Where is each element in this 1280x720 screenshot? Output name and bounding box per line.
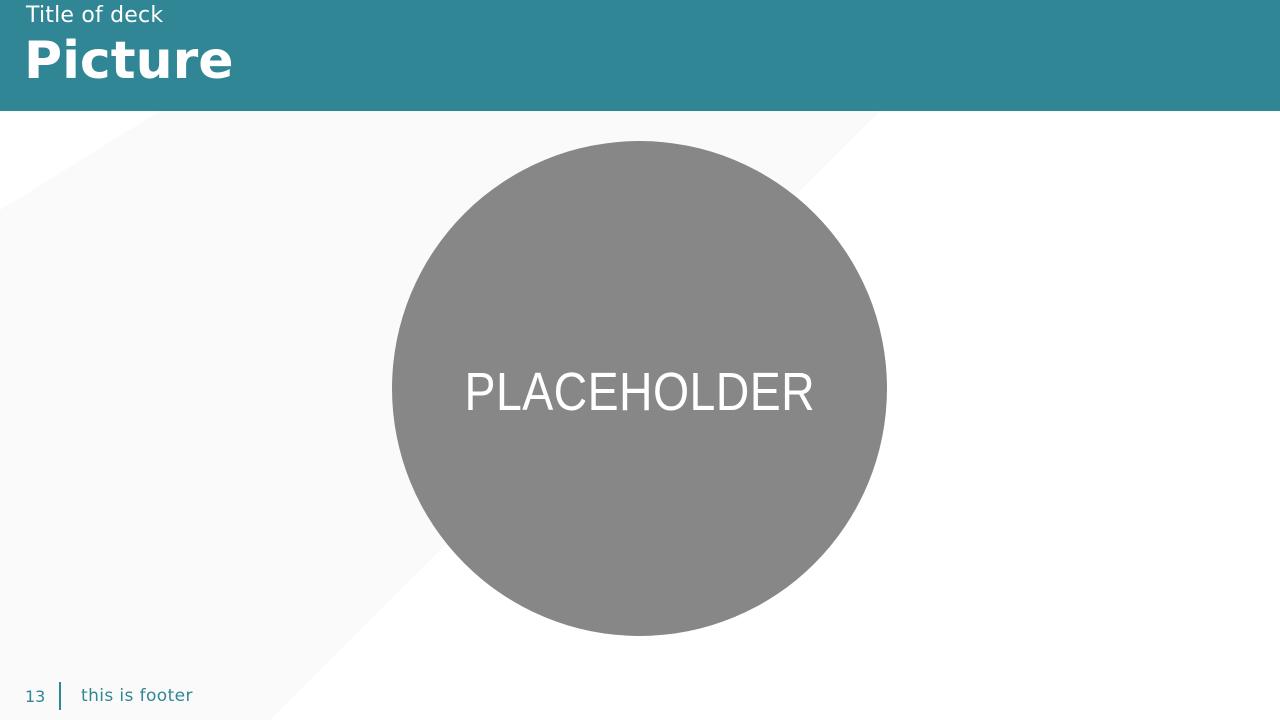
header-bar: Title of deck Picture: [0, 0, 1280, 111]
page-number: 13: [25, 686, 46, 706]
placeholder-label: PLACEHOLDER: [464, 361, 815, 422]
slide: Title of deck Picture PLACEHOLDER 13 thi…: [0, 0, 1280, 720]
footer: 13 this is footer: [25, 682, 193, 710]
footer-text: this is footer: [81, 686, 193, 706]
picture-placeholder[interactable]: PLACEHOLDER: [392, 141, 887, 636]
page-title: Picture: [24, 31, 234, 91]
deck-title: Title of deck: [26, 3, 164, 28]
footer-divider: [59, 682, 61, 710]
